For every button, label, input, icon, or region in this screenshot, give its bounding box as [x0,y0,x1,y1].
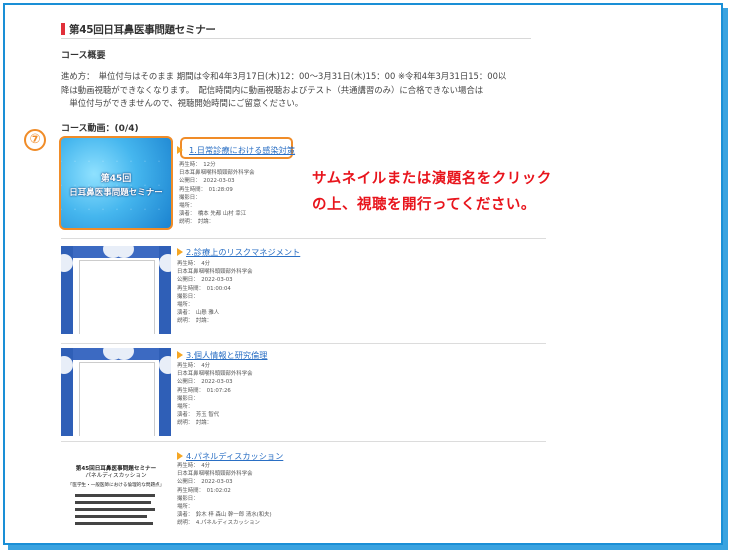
meta-line: 公開日： 2022-03-03 [179,178,235,185]
meta-line: 再生時： 12分 [179,162,216,168]
meta-line: 日本耳鼻咽喉科頭頸部外科学会 [179,170,255,177]
course-title-link-3[interactable]: 3.個人情報と研究倫理 [186,349,268,361]
course-title-link-4[interactable]: 4.パネルディスカッション [186,450,283,462]
course-thumbnail-1[interactable]: 第45回 日耳鼻医事問題セミナー [59,136,173,230]
description-line: 単位付与ができませんので、視聴開始時間にご留意ください。 [61,98,304,108]
thumbnail-row [75,515,147,518]
thumbnail-text: パネルディスカッション [85,473,147,479]
thumbnail-card [79,260,155,334]
meta-line: 日本耳鼻咽喉科頭頸部外科学会 [177,269,253,276]
meta-line: 再生時間： 01:02:02 [177,487,231,494]
thumbnail-row [75,494,155,497]
course-thumbnail-2[interactable] [61,246,171,334]
meta-line: 撮影日： [177,395,199,402]
meta-line: 演者： 山懸 雅人 [177,310,220,317]
meta-line: 再生時間： 01:28:09 [179,186,233,193]
description-line: 進め方： 単位付与はそのまま 期間は令和4年3月17日(木)12：00～3月31… [61,71,507,81]
meta-line: 撮影日： [177,495,199,502]
meta-line: 公開日： 2022-03-03 [177,379,233,386]
course-meta-4: 再生時： 4分 日本耳鼻咽喉科頭頸部外科学会 公開日： 2022-03-03 再… [177,462,272,528]
thumbnail-border-left [61,246,73,334]
course-videos-heading: コース動画：(0/4) [61,124,139,134]
course-meta-3: 再生時： 4分 日本耳鼻咽喉科頭頸部外科学会 公開日： 2022-03-03 再… [177,362,252,428]
note-line: サムネイルまたは演題名をクリック [312,171,552,187]
meta-line: 説明： 討論： [179,219,215,226]
meta-line: 場所： [177,404,194,411]
thumbnail-title-line: 日耳鼻医事問題セミナー [69,188,163,198]
page-title-bar: 第45回日耳鼻医事問題セミナー [61,22,531,39]
course-description: 進め方： 単位付与はそのまま 期間は令和4年3月17日(木)12：00～3月31… [61,70,551,111]
step-number: ⑦ [29,132,41,147]
course-meta-2: 再生時： 4分 日本耳鼻咽喉科頭頸部外科学会 公開日： 2022-03-03 再… [177,260,252,326]
thumbnail-text: 「医学生・一般医師における倫理的な問題点」 [67,483,165,488]
thumbnail-row [75,501,151,504]
meta-line: 再生時間： 01:07:26 [177,387,231,394]
step-number-badge: ⑦ [24,129,46,151]
thumbnail-border-left [61,348,73,436]
thumbnail-row [75,508,155,511]
play-arrow-icon [177,452,183,460]
meta-line: 再生時： 4分 [177,463,211,469]
thumbnail-row [75,522,153,525]
thumbnail-border-top [73,348,159,360]
thumbnail-card [79,362,155,436]
note-line: の上、視聴を開行ってください。 [312,197,536,213]
instruction-note: サムネイルまたは演題名をクリック の上、視聴を開行ってください。 [312,166,552,218]
meta-line: 再生時： 4分 [177,261,211,267]
meta-line: 再生時間： 01:00:04 [177,285,231,292]
course-title-link-2[interactable]: 2.診療上のリスクマネジメント [186,246,300,258]
divider [61,343,546,344]
course-meta-1: 再生時： 12分 日本耳鼻咽喉科頭頸部外科学会 公開日： 2022-03-03 … [179,161,254,227]
divider [61,238,546,239]
course-thumbnail-3[interactable] [61,348,171,436]
meta-line: 日本耳鼻咽喉科頭頸部外科学会 [177,371,253,378]
meta-line: 場所： [177,302,194,309]
divider [61,441,546,442]
meta-line: 再生時： 4分 [177,363,211,369]
meta-line: 説明： 4.パネルディスカッション [177,520,260,527]
course-item-4: 第45回日耳鼻医事問題セミナー パネルディスカッション 「医学生・一般医師におけ… [61,446,546,538]
page-title: 第45回日耳鼻医事問題セミナー [69,24,216,36]
course-title-link-1[interactable]: 1.日常診療における感染対策 [189,144,295,156]
meta-line: 公開日： 2022-03-03 [177,479,233,486]
thumbnail-title-line: 第45回 [100,174,132,184]
meta-line: 演者： 鈴木 梓 森山 幹一郎 清水(和夫) [177,512,272,519]
meta-line: 説明： 討論： [177,420,213,427]
meta-line: 場所： [179,203,196,210]
meta-line: 公開日： 2022-03-03 [177,277,233,284]
course-item-3: 3.個人情報と研究倫理 再生時： 4分 日本耳鼻咽喉科頭頸部外科学会 公開日： … [61,346,546,442]
play-arrow-icon [177,146,183,154]
course-thumbnail-4[interactable]: 第45回日耳鼻医事問題セミナー パネルディスカッション 「医学生・一般医師におけ… [61,450,171,536]
overview-heading: コース概要 [61,51,106,61]
meta-line: 撮影日： [179,194,201,201]
play-arrow-icon [177,248,183,256]
course-item-2: 2.診療上のリスクマネジメント 再生時： 4分 日本耳鼻咽喉科頭頸部外科学会 公… [61,244,546,344]
title-marker [61,23,65,35]
thumbnail-border-right [159,246,171,334]
play-arrow-icon [177,351,183,359]
thumbnail-border-right [159,348,171,436]
meta-line: 撮影日： [177,293,199,300]
thumbnail-border-top [73,246,159,258]
meta-line: 場所： [177,504,194,511]
meta-line: 演者： 芳玉 智代 [177,412,220,419]
meta-line: 日本耳鼻咽喉科頭頸部外科学会 [177,471,253,478]
meta-line: 演者： 橋本 先都 山村 幸江 [179,211,247,218]
meta-line: 説明： 討論： [177,318,213,325]
description-line: 降は動画視聴ができなくなります。 配信時間内に動画視聴およびテスト（共通講習のみ… [61,84,484,95]
